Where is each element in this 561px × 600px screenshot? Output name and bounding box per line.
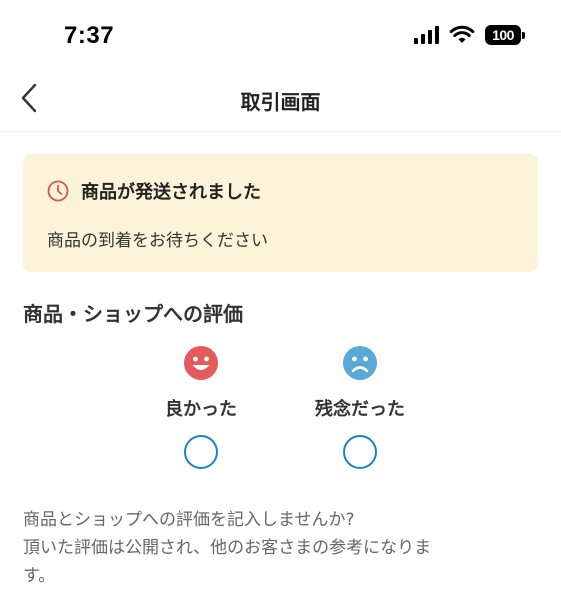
clock-icon [47, 180, 69, 202]
notice-header: 商品が発送されました [47, 178, 261, 204]
smiley-face-icon [184, 346, 218, 380]
review-prompt-line-1: 商品とショップへの評価を記入しませんか? [23, 510, 355, 530]
rating-option-good[interactable]: 良かった [131, 345, 271, 469]
rating-option-bad[interactable]: 残念だった [290, 345, 430, 469]
review-prompt-line-3: す。 [23, 566, 56, 586]
notice-title: 商品が発送されました [81, 182, 261, 203]
notice-message: 商品の到着をお待ちください [47, 231, 268, 251]
rating-section-title: 商品・ショップへの評価 [23, 302, 243, 326]
rating-label-good: 良かった [165, 399, 237, 420]
battery-level: 100 [485, 25, 521, 45]
page-title: 取引画面 [240, 90, 321, 114]
nav-bar: 取引画面 [0, 70, 561, 132]
shipping-notice-card: 商品が発送されました 商品の到着をお待ちください [23, 154, 538, 272]
wifi-icon [449, 25, 475, 43]
review-prompt-line-2: 頂いた評価は公開され、他のお客さまの参考になりま [23, 538, 432, 558]
status-time: 7:37 [64, 22, 115, 49]
status-icons: 100 [414, 25, 525, 45]
rating-label-bad: 残念だった [315, 399, 405, 420]
cellular-signal-icon [414, 26, 439, 44]
rating-bad-radio[interactable] [343, 435, 377, 469]
review-prompt: 商品とショップへの評価を記入しませんか? 頂いた評価は公開され、他のお客さまの参… [23, 506, 543, 590]
battery-icon: 100 [485, 25, 525, 45]
sad-face-icon [343, 346, 377, 380]
rating-good-radio[interactable] [184, 435, 218, 469]
status-bar: 7:37 100 [0, 0, 561, 70]
